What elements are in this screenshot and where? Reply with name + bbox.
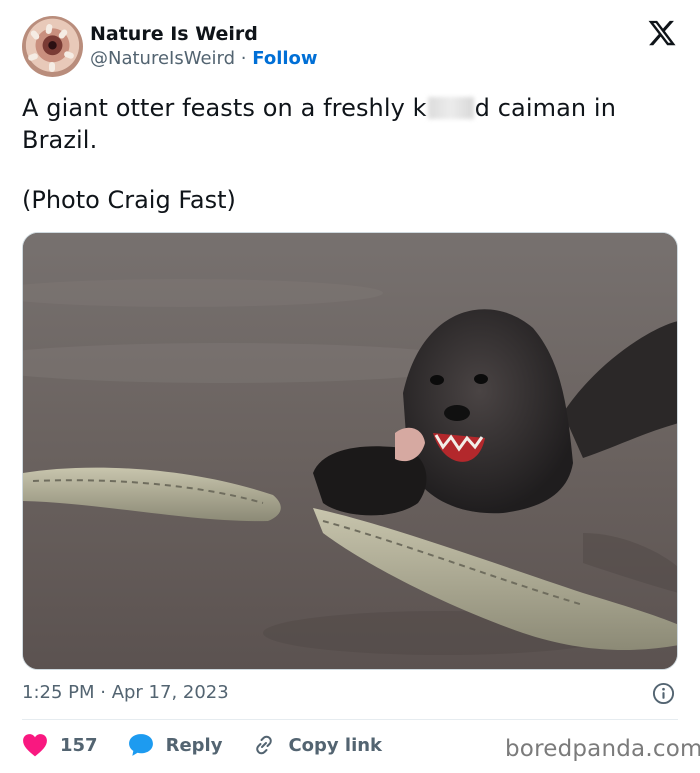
tweet-card: Nature Is Weird @NatureIsWeird · Follow … (0, 0, 700, 773)
tweet-line-1: A giant otter feasts on a freshly k d cai… (22, 92, 672, 124)
divider (22, 719, 678, 720)
timestamp[interactable]: 1:25 PM · Apr 17, 2023 (22, 680, 229, 706)
tweet-text-part: d caiman in (474, 94, 617, 122)
follow-button[interactable]: Follow (252, 48, 317, 69)
photo-credit: (Photo Craig Fast) (22, 186, 236, 214)
copy-link-button[interactable]: Copy link (252, 733, 382, 757)
reply-label: Reply (165, 734, 223, 756)
author-handle[interactable]: @NatureIsWeird (90, 48, 235, 69)
copy-link-label: Copy link (288, 734, 383, 756)
info-icon[interactable] (652, 682, 675, 705)
tweet-text-part: A giant otter feasts on a freshly k (22, 94, 427, 122)
author-handle-row: @NatureIsWeird · Follow (90, 47, 318, 71)
separator: · (240, 48, 247, 69)
watermark: boredpanda.com (505, 736, 700, 762)
avatar[interactable] (22, 16, 83, 77)
tweet-line-2: Brazil. (22, 126, 98, 154)
otter-caiman-photo (23, 233, 677, 669)
like-button[interactable]: 157 (22, 733, 98, 757)
author-name[interactable]: Nature Is Weird (90, 22, 258, 46)
x-logo-icon[interactable] (647, 18, 677, 48)
reply-button[interactable]: Reply (128, 733, 223, 757)
like-count: 157 (60, 734, 98, 756)
tweet-text: A giant otter feasts on a freshly k d cai… (22, 92, 672, 156)
heart-icon (23, 734, 47, 757)
reply-bubble-icon (128, 734, 153, 756)
link-icon (256, 735, 273, 755)
tweet-photo[interactable] (22, 232, 678, 670)
action-bar: 157 Reply Copy link (22, 730, 412, 760)
censor-blur (427, 97, 474, 119)
